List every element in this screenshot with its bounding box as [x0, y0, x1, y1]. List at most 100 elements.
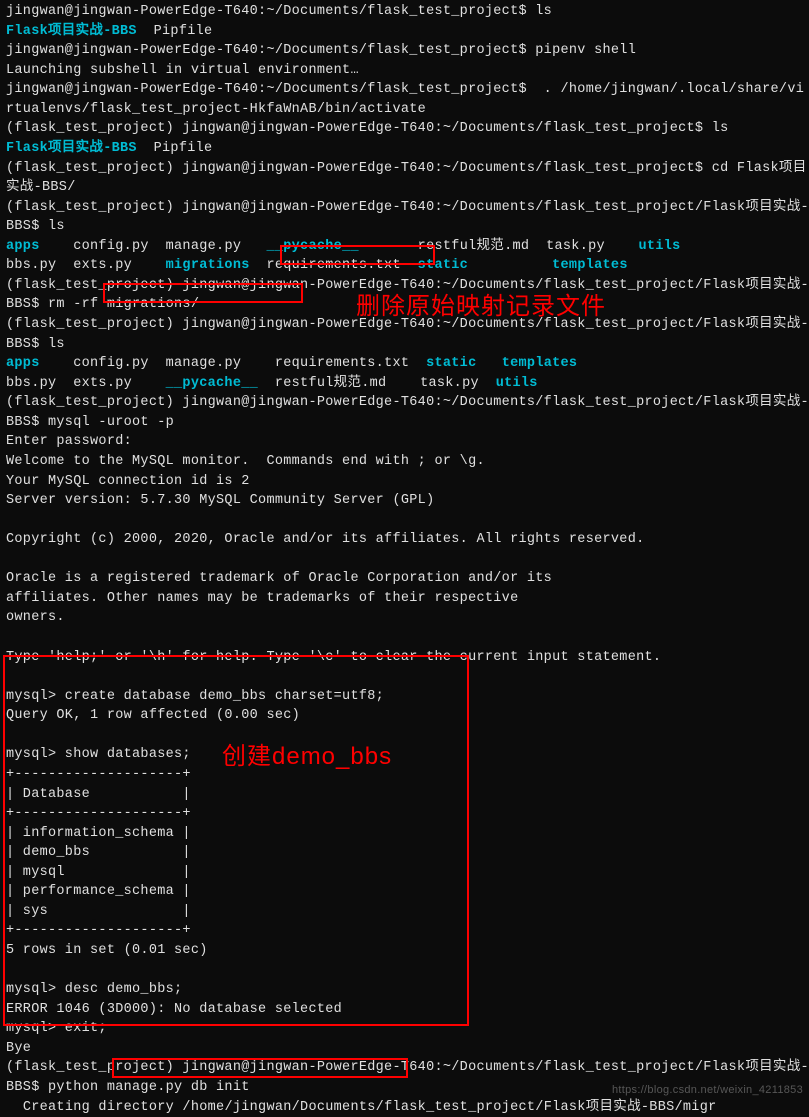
terminal-line: | information_schema | [6, 824, 809, 844]
terminal-line: (flask_test_project) jingwan@jingwan-Pow… [6, 198, 809, 237]
terminal-segment: static [418, 258, 468, 273]
terminal-segment [6, 669, 14, 684]
terminal-line: ERROR 1046 (3D000): No database selected [6, 1000, 809, 1020]
terminal-line: jingwan@jingwan-PowerEdge-T640:~/Documen… [6, 41, 809, 61]
terminal-segment: utils [639, 239, 681, 254]
terminal-line: Flask项目实战-BBS Pipfile [6, 22, 809, 42]
terminal-line: (flask_test_project) jingwan@jingwan-Pow… [6, 159, 809, 198]
terminal-segment: Oracle is a registered trademark of Orac… [6, 571, 552, 586]
terminal-segment: (flask_test_project) jingwan@jingwan-Pow… [6, 121, 729, 136]
terminal-segment: __pycache__ [266, 239, 358, 254]
terminal-line: Launching subshell in virtual environmen… [6, 61, 809, 81]
terminal-line: Server version: 5.7.30 MySQL Community S… [6, 491, 809, 511]
terminal-line: bbs.py exts.py __pycache__ restful规范.md … [6, 374, 809, 394]
terminal-segment: apps [6, 239, 40, 254]
terminal-line: Type 'help;' or '\h' for help. Type '\c'… [6, 648, 809, 668]
terminal-segment: migrations [166, 258, 250, 273]
terminal-segment: +--------------------+ [6, 767, 191, 782]
terminal-line: Bye [6, 1039, 809, 1059]
terminal-line: (flask_test_project) jingwan@jingwan-Pow… [6, 315, 809, 354]
terminal-segment: config.py manage.py [40, 239, 267, 254]
terminal-segment [477, 356, 502, 371]
terminal-segment [6, 513, 14, 528]
terminal-segment: (flask_test_project) jingwan@jingwan-Pow… [6, 161, 807, 196]
terminal-line: | performance_schema | [6, 882, 809, 902]
terminal-line: Flask项目实战-BBS Pipfile [6, 139, 809, 159]
terminal-segment: (flask_test_project) jingwan@jingwan-Pow… [6, 317, 809, 352]
terminal-segment: affiliates. Other names may be trademark… [6, 591, 518, 606]
terminal-segment: Pipfile [137, 24, 213, 39]
terminal-segment: Flask项目实战-BBS [6, 24, 137, 39]
terminal-segment: (flask_test_project) jingwan@jingwan-Pow… [6, 200, 809, 235]
terminal-line: | demo_bbs | [6, 843, 809, 863]
terminal-line: mysql> show databases; [6, 745, 809, 765]
terminal-segment: | Database | [6, 787, 191, 802]
terminal-segment [6, 630, 14, 645]
terminal-segment: jingwan@jingwan-PowerEdge-T640:~/Documen… [6, 43, 636, 58]
terminal-segment [6, 552, 14, 567]
terminal-segment: config.py manage.py requirements.txt [40, 356, 426, 371]
terminal-line: 5 rows in set (0.01 sec) [6, 941, 809, 961]
terminal-segment: mysql> exit; [6, 1021, 107, 1036]
terminal-line [6, 628, 809, 648]
terminal-line: affiliates. Other names may be trademark… [6, 589, 809, 609]
terminal-segment: | mysql | [6, 865, 191, 880]
terminal-segment: Type 'help;' or '\h' for help. Type '\c'… [6, 650, 661, 665]
terminal-segment: +--------------------+ [6, 806, 191, 821]
terminal-line: +--------------------+ [6, 804, 809, 824]
terminal-segment [6, 963, 14, 978]
terminal-segment: Copyright (c) 2000, 2020, Oracle and/or … [6, 532, 645, 547]
terminal-segment: bbs.py exts.py [6, 376, 166, 391]
terminal-segment: jingwan@jingwan-PowerEdge-T640:~/Documen… [6, 4, 552, 19]
terminal-segment: jingwan@jingwan-PowerEdge-T640:~/Documen… [6, 82, 804, 117]
terminal-line: +--------------------+ [6, 765, 809, 785]
terminal-segment: apps [6, 356, 40, 371]
terminal-segment: Pipfile [137, 141, 213, 156]
terminal-segment: Server version: 5.7.30 MySQL Community S… [6, 493, 434, 508]
terminal-line [6, 961, 809, 981]
terminal-segment: static [426, 356, 476, 371]
terminal-line: bbs.py exts.py migrations requirements.t… [6, 256, 809, 276]
terminal-line: +--------------------+ [6, 921, 809, 941]
terminal-line: (flask_test_project) jingwan@jingwan-Pow… [6, 119, 809, 139]
terminal-segment: mysql> desc demo_bbs; [6, 982, 182, 997]
terminal-segment: (flask_test_project) jingwan@jingwan-Pow… [6, 278, 809, 313]
terminal-segment [468, 258, 552, 273]
terminal-line: Copyright (c) 2000, 2020, Oracle and/or … [6, 530, 809, 550]
terminal-segment: ERROR 1046 (3D000): No database selected [6, 1002, 342, 1017]
terminal-segment: owners. [6, 610, 65, 625]
terminal-segment [6, 728, 14, 743]
terminal-line: (flask_test_project) jingwan@jingwan-Pow… [6, 393, 809, 432]
terminal-segment: utils [496, 376, 538, 391]
terminal-line: mysql> create database demo_bbs charset=… [6, 687, 809, 707]
terminal-output[interactable]: jingwan@jingwan-PowerEdge-T640:~/Documen… [6, 2, 809, 1117]
terminal-segment: | sys | [6, 904, 191, 919]
terminal-segment: __pycache__ [166, 376, 258, 391]
terminal-segment: | demo_bbs | [6, 845, 191, 860]
terminal-line: jingwan@jingwan-PowerEdge-T640:~/Documen… [6, 2, 809, 22]
terminal-line: Query OK, 1 row affected (0.00 sec) [6, 706, 809, 726]
terminal-line: | mysql | [6, 863, 809, 883]
terminal-segment: requirements.txt [250, 258, 418, 273]
terminal-segment: Launching subshell in virtual environmen… [6, 63, 359, 78]
terminal-line: Enter password: [6, 432, 809, 452]
terminal-line: Welcome to the MySQL monitor. Commands e… [6, 452, 809, 472]
terminal-line: | sys | [6, 902, 809, 922]
terminal-line: Oracle is a registered trademark of Orac… [6, 569, 809, 589]
terminal-segment: restful规范.md task.py [359, 239, 639, 254]
terminal-segment: restful规范.md task.py [258, 376, 496, 391]
terminal-line [6, 667, 809, 687]
terminal-segment: Bye [6, 1041, 31, 1056]
terminal-segment: templates [502, 356, 578, 371]
terminal-line: mysql> desc demo_bbs; [6, 980, 809, 1000]
terminal-segment: Flask项目实战-BBS [6, 141, 137, 156]
terminal-segment: mysql> show databases; [6, 747, 191, 762]
terminal-line [6, 511, 809, 531]
terminal-segment: 5 rows in set (0.01 sec) [6, 943, 208, 958]
terminal-segment: +--------------------+ [6, 923, 191, 938]
terminal-line: apps config.py manage.py __pycache__ res… [6, 237, 809, 257]
terminal-line: jingwan@jingwan-PowerEdge-T640:~/Documen… [6, 80, 809, 119]
watermark-text: https://blog.csdn.net/weixin_4211853 [612, 1083, 803, 1099]
terminal-line: owners. [6, 608, 809, 628]
terminal-segment: Query OK, 1 row affected (0.00 sec) [6, 708, 300, 723]
